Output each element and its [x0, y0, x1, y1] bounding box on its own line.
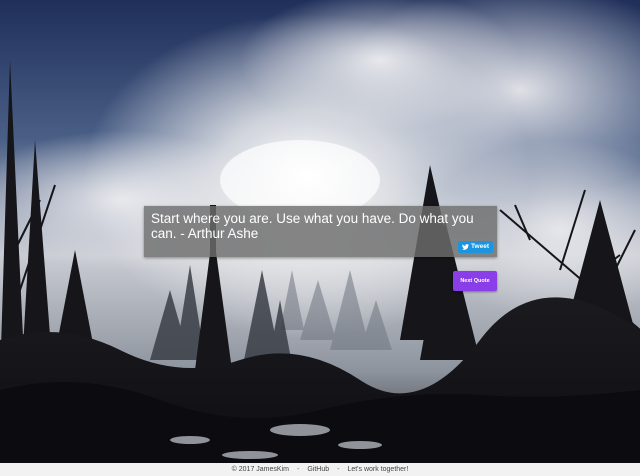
footer-contact-link[interactable]: Let's work together!	[347, 466, 408, 473]
footer-copyright: © 2017 JamesKim	[231, 466, 289, 473]
footer: © 2017 JamesKim - GitHub - Let's work to…	[0, 463, 640, 476]
tweet-button-label: Tweet	[471, 243, 489, 250]
footer-separator: -	[337, 466, 340, 473]
footer-separator: -	[296, 466, 300, 473]
quote-box: Start where you are. Use what you have. …	[144, 206, 497, 257]
next-quote-button-label: Next Quote	[460, 278, 490, 284]
tweet-button[interactable]: Tweet	[458, 241, 493, 253]
background-scene: Start where you are. Use what you have. …	[0, 0, 640, 463]
next-quote-button[interactable]: Next Quote	[453, 271, 497, 291]
twitter-bird-icon	[462, 244, 470, 250]
footer-github-link[interactable]: GitHub	[307, 466, 329, 473]
quote-text: Start where you are. Use what you have. …	[151, 211, 474, 241]
